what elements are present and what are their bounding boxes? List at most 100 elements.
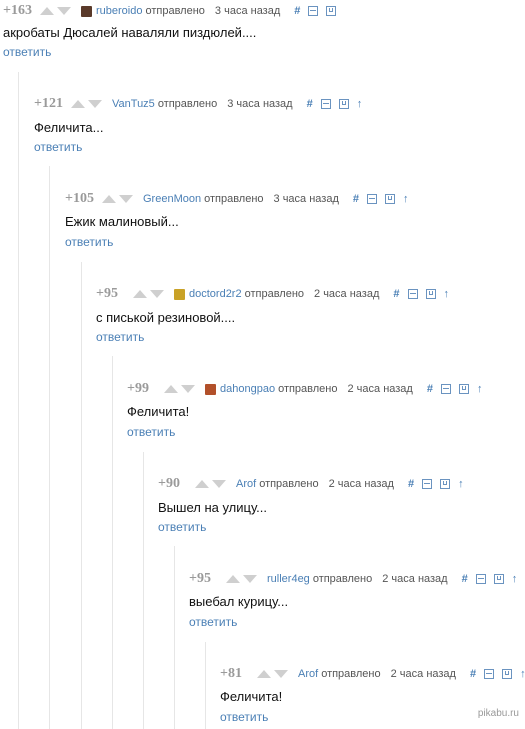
save-icon[interactable]: [493, 574, 504, 584]
upvote-icon[interactable]: [71, 100, 85, 108]
comment-text: с писькой резиновой....: [96, 310, 236, 325]
sent-label: отправлено: [312, 573, 373, 585]
collapse-icon[interactable]: [475, 574, 486, 584]
save-icon[interactable]: [425, 289, 436, 299]
thread-line-6: [174, 546, 175, 729]
thread-line-2: [49, 166, 50, 729]
watermark: pikabu.ru: [477, 708, 519, 719]
permalink-icon[interactable]: #: [462, 573, 468, 585]
author-link[interactable]: Arof: [236, 478, 256, 490]
comment-time: 2 часа назад: [328, 478, 394, 490]
parent-arrow-icon[interactable]: ↑: [512, 573, 518, 585]
upvote-icon[interactable]: [257, 670, 271, 678]
author-link[interactable]: ruller4eg: [267, 573, 310, 585]
downvote-icon[interactable]: [243, 575, 257, 583]
save-icon[interactable]: [458, 384, 469, 394]
downvote-icon[interactable]: [212, 480, 226, 488]
permalink-icon[interactable]: #: [408, 478, 414, 490]
downvote-icon[interactable]: [119, 195, 133, 203]
collapse-icon[interactable]: [440, 384, 451, 394]
thread-line-3: [81, 262, 82, 729]
comment-score: +105: [65, 191, 94, 206]
collapse-icon[interactable]: [484, 669, 495, 679]
author-link[interactable]: doctord2r2: [189, 288, 242, 300]
author-link[interactable]: GreenMoon: [143, 193, 201, 205]
parent-arrow-icon[interactable]: ↑: [357, 98, 363, 110]
comment-text: Вышел на улицу...: [158, 500, 268, 515]
comment-text: Ежик малиновый...: [65, 214, 179, 229]
parent-arrow-icon[interactable]: ↑: [458, 478, 464, 490]
thread-line-7: [205, 642, 206, 729]
parent-arrow-icon[interactable]: ↑: [477, 383, 483, 395]
permalink-icon[interactable]: #: [470, 668, 476, 680]
parent-arrow-icon[interactable]: ↑: [403, 193, 409, 205]
parent-arrow-icon[interactable]: ↑: [444, 288, 450, 300]
reply-link[interactable]: ответить: [3, 45, 51, 59]
comment-text: Феличита...: [34, 120, 104, 135]
collapse-icon[interactable]: [422, 479, 433, 489]
author-link[interactable]: dahongpao: [220, 383, 275, 395]
sent-label: отправлено: [204, 193, 264, 205]
comment-header: +121 VanTuz5 отправлено 3 часа назад # ↑: [34, 95, 370, 113]
comment-score: +99: [127, 381, 149, 396]
comment-header: +90 Arof отправлено 2 часа назад # ↑: [158, 475, 472, 493]
comment-header: +163 ruberoido отправлено 3 часа назад #: [3, 2, 344, 20]
comment-time: 2 часа назад: [347, 383, 413, 395]
permalink-icon[interactable]: #: [393, 288, 399, 300]
upvote-icon[interactable]: [133, 290, 147, 298]
comment-score: +95: [189, 571, 211, 586]
author-link[interactable]: ruberoido: [96, 5, 142, 17]
comment-time: 2 часа назад: [390, 668, 456, 680]
downvote-icon[interactable]: [88, 100, 102, 108]
save-icon[interactable]: [326, 6, 337, 16]
upvote-icon[interactable]: [102, 195, 116, 203]
author-link[interactable]: Arof: [298, 668, 318, 680]
comment-score: +121: [34, 96, 63, 111]
collapse-icon[interactable]: [308, 6, 319, 16]
sent-label: отправлено: [321, 668, 381, 680]
author-link[interactable]: VanTuz5: [112, 98, 155, 110]
comment-score: +90: [158, 476, 180, 491]
avatar: [174, 288, 185, 300]
comment-text: Феличита!: [127, 404, 190, 419]
sent-label: отправлено: [244, 288, 305, 300]
reply-link[interactable]: ответить: [65, 235, 113, 249]
comment-header: +105 GreenMoon отправлено 3 часа назад #…: [65, 190, 417, 208]
collapse-icon[interactable]: [407, 289, 418, 299]
permalink-icon[interactable]: #: [307, 98, 313, 110]
permalink-icon[interactable]: #: [427, 383, 433, 395]
comment-text: акробаты Дюсалей наваляли пиздюлей....: [3, 25, 257, 40]
save-icon[interactable]: [338, 99, 349, 109]
comment-text: Феличита!: [220, 689, 283, 704]
upvote-icon[interactable]: [164, 385, 178, 393]
thread-line-4: [112, 356, 113, 729]
reply-link[interactable]: ответить: [127, 425, 175, 439]
reply-link[interactable]: ответить: [96, 330, 144, 344]
collapse-icon[interactable]: [320, 99, 331, 109]
sent-label: отправлено: [145, 5, 205, 17]
save-icon[interactable]: [385, 194, 396, 204]
sent-label: отправлено: [157, 98, 218, 110]
downvote-icon[interactable]: [150, 290, 164, 298]
downvote-icon[interactable]: [181, 385, 195, 393]
save-icon[interactable]: [502, 669, 513, 679]
reply-link[interactable]: ответить: [158, 520, 206, 534]
comment-header: +99 dahongpao отправлено 2 часа назад # …: [127, 380, 490, 398]
comment-text: выебал курицу...: [189, 594, 289, 609]
upvote-icon[interactable]: [226, 575, 240, 583]
collapse-icon[interactable]: [367, 194, 378, 204]
comment-time: 3 часа назад: [273, 193, 339, 205]
downvote-icon[interactable]: [57, 7, 71, 15]
upvote-icon[interactable]: [40, 7, 54, 15]
parent-arrow-icon[interactable]: ↑: [520, 668, 525, 680]
permalink-icon[interactable]: #: [294, 5, 300, 17]
upvote-icon[interactable]: [195, 480, 209, 488]
comment-score: +81: [220, 666, 242, 681]
reply-link[interactable]: ответить: [220, 710, 268, 724]
permalink-icon[interactable]: #: [353, 193, 359, 205]
sent-label: отправлено: [259, 478, 319, 490]
save-icon[interactable]: [440, 479, 451, 489]
reply-link[interactable]: ответить: [189, 615, 237, 629]
downvote-icon[interactable]: [274, 670, 288, 678]
reply-link[interactable]: ответить: [34, 140, 82, 154]
